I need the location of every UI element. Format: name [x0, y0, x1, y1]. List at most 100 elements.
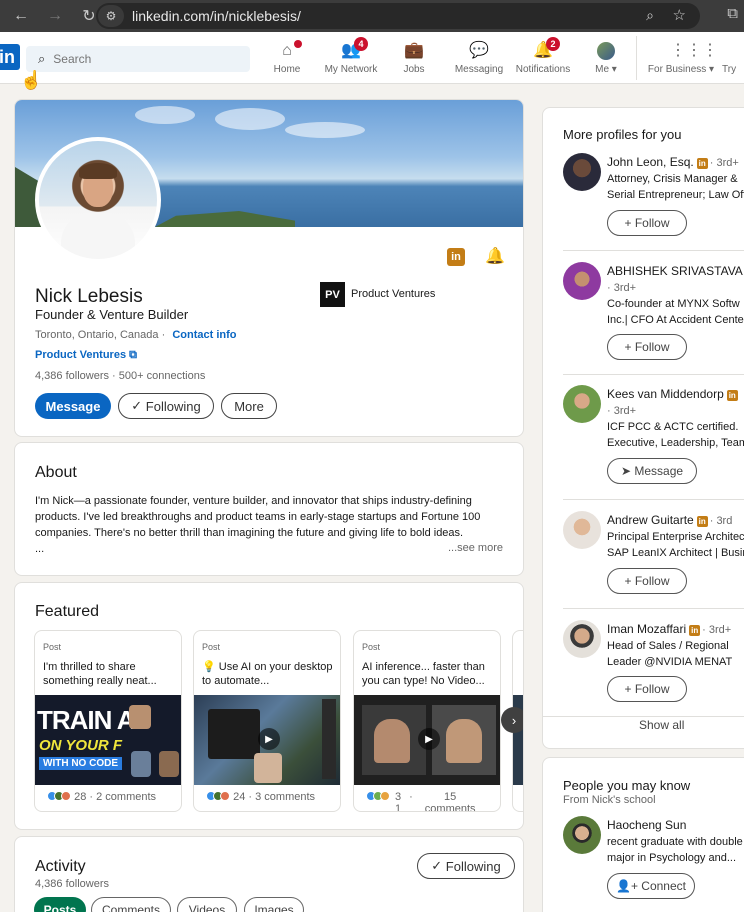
- play-icon[interactable]: ▶: [258, 728, 280, 750]
- featured-item[interactable]: Post 💡 Use AI on your desktop to automat…: [193, 630, 341, 812]
- message-button[interactable]: Message: [35, 393, 111, 419]
- nav-for-business-label: For Business ▾: [647, 64, 715, 75]
- avatar[interactable]: [563, 511, 601, 549]
- profile-location: Toronto, Ontario, Canada: [35, 329, 159, 341]
- follow-button[interactable]: + Follow: [607, 210, 687, 236]
- nav-my-network[interactable]: 👥 4 My Network: [316, 37, 386, 75]
- tab-images[interactable]: Images: [244, 897, 304, 912]
- nav-messaging[interactable]: 💬 Messaging: [444, 42, 514, 75]
- zoom-icon[interactable]: ⌕: [646, 7, 654, 24]
- featured-item[interactable]: Post AI inference... faster than you can…: [353, 630, 501, 812]
- linkedin-top-nav: in ⌕ ☝ ⌂ Home 👥4 My Network 💼 Jobs 💬 Mes…: [0, 32, 744, 90]
- avatar[interactable]: [563, 816, 601, 854]
- see-more-link[interactable]: ...see more: [448, 542, 503, 554]
- featured-text: I'm thrilled to share something really n…: [43, 661, 157, 687]
- list-item[interactable]: Haocheng Sun recent graduate with double…: [543, 816, 744, 906]
- pymk-title: People you may know: [563, 778, 691, 793]
- follow-button[interactable]: + Follow: [607, 334, 687, 360]
- bookmark-star-icon[interactable]: ☆: [673, 6, 686, 24]
- chevron-right-icon[interactable]: ›: [501, 707, 523, 733]
- play-icon[interactable]: ▶: [418, 728, 440, 750]
- back-icon[interactable]: ←: [8, 3, 34, 29]
- premium-in-icon: in: [726, 390, 738, 401]
- list-item[interactable]: ABHISHEK SRIVASTAVA · 3rd+ Co-founder at…: [543, 262, 744, 362]
- premium-in-icon[interactable]: in: [447, 248, 465, 266]
- tab-videos[interactable]: Videos: [177, 897, 237, 912]
- profile-headline: Founder & Venture Builder: [35, 307, 189, 322]
- url-text[interactable]: linkedin.com/in/nicklebesis/: [132, 8, 301, 24]
- notifications-badge: 2: [546, 37, 560, 51]
- nav-notifications[interactable]: 🔔 2 Notifications: [508, 37, 578, 75]
- profile-name: Nick Lebesis: [35, 286, 143, 307]
- featured-thumbnail: TRAIN AI ON YOUR F WITH NO CODE: [35, 695, 181, 785]
- external-link-icon: ⧉: [129, 349, 137, 361]
- profile-photo[interactable]: [35, 137, 161, 263]
- nav-home[interactable]: ⌂ Home: [252, 40, 322, 75]
- follow-button[interactable]: + Follow: [607, 676, 687, 702]
- address-bar[interactable]: ⚙ linkedin.com/in/nicklebesis/ ⌕ ☆: [96, 3, 700, 29]
- show-all-button[interactable]: Show all: [543, 718, 744, 732]
- extensions-icon[interactable]: ⧉: [727, 5, 738, 22]
- profile-name[interactable]: Andrew Guitarte: [607, 513, 694, 527]
- check-icon: ✓: [431, 858, 446, 873]
- bell-icon[interactable]: 🔔: [485, 246, 505, 266]
- tab-posts[interactable]: Posts: [34, 897, 86, 912]
- more-profiles-title: More profiles for you: [563, 127, 682, 142]
- profile-location-row: Toronto, Ontario, Canada · Contact info: [35, 329, 237, 341]
- featured-item[interactable]: Post I'm thrilled to share something rea…: [34, 630, 182, 812]
- avatar[interactable]: [563, 262, 601, 300]
- avatar[interactable]: [563, 620, 601, 658]
- about-text: I'm Nick—a passionate founder, venture b…: [35, 495, 481, 555]
- message-button[interactable]: ➤ Message: [607, 458, 697, 484]
- follow-button[interactable]: + Follow: [607, 568, 687, 594]
- nav-for-business[interactable]: ⋮⋮⋮ For Business ▾: [645, 42, 718, 75]
- profile-name[interactable]: ABHISHEK SRIVASTAVA: [607, 264, 743, 278]
- send-icon: ➤: [620, 464, 635, 478]
- featured-title: Featured: [35, 603, 100, 620]
- reactions-row[interactable]: 31 · 15 comments: [366, 791, 476, 811]
- tab-comments[interactable]: Comments: [91, 897, 171, 912]
- grid-icon: ⋮⋮⋮: [670, 42, 718, 59]
- list-item[interactable]: Iman Mozaffari in · 3rd+ Head of Sales / R…: [543, 620, 744, 710]
- avatar[interactable]: [563, 385, 601, 423]
- nav-me[interactable]: Me ▾: [571, 42, 641, 75]
- more-profiles-card: More profiles for you John Leon, Esq. in ·…: [542, 107, 744, 749]
- premium-in-icon: in: [696, 516, 708, 527]
- featured-text: 💡 Use AI on your desktop to automate...: [202, 661, 333, 687]
- company-link[interactable]: Product Ventures ⧉: [35, 349, 137, 362]
- connections-count[interactable]: 500+ connections: [119, 370, 206, 382]
- people-you-may-know-card: People you may know From Nick's school H…: [542, 757, 744, 912]
- reactions-row[interactable]: 24 · 3 comments: [206, 791, 315, 803]
- profile-name[interactable]: Kees van Middendorp: [607, 387, 724, 401]
- site-settings-icon[interactable]: ⚙: [98, 5, 124, 27]
- search-box[interactable]: ⌕: [26, 46, 250, 72]
- forward-icon[interactable]: →: [42, 3, 68, 29]
- search-input[interactable]: [53, 52, 224, 66]
- profile-name[interactable]: Iman Mozaffari: [607, 622, 686, 636]
- avatar: [597, 42, 615, 60]
- avatar[interactable]: [563, 153, 601, 191]
- following-button[interactable]: ✓ Following: [118, 393, 214, 419]
- list-item[interactable]: Kees van Middendorp in · 3rd+ ICF PCC & A…: [543, 385, 744, 485]
- profile-name[interactable]: Haocheng Sun: [607, 818, 686, 832]
- nav-try-label: Try: [722, 64, 737, 75]
- profile-stats: 4,386 followers · 500+ connections: [35, 370, 206, 382]
- more-button[interactable]: More: [221, 393, 277, 419]
- nav-jobs[interactable]: 💼 Jobs: [379, 42, 449, 75]
- connect-button[interactable]: 👤+ Connect: [607, 873, 695, 899]
- contact-info-link[interactable]: Contact info: [172, 329, 236, 341]
- reactions-row[interactable]: 28 · 2 comments: [47, 791, 156, 803]
- profile-card: in 🔔 Nick Lebesis Founder & Venture Buil…: [14, 99, 524, 437]
- nav-jobs-label: Jobs: [403, 64, 425, 75]
- profile-name[interactable]: John Leon, Esq.: [607, 155, 694, 169]
- linkedin-logo-icon[interactable]: in: [0, 44, 20, 70]
- current-company-name[interactable]: Product Ventures: [351, 288, 435, 300]
- company-logo[interactable]: PV: [320, 282, 345, 307]
- network-icon: 👥 4: [340, 37, 368, 60]
- list-item[interactable]: John Leon, Esq. in · 3rd+ Attorney, Crisis…: [543, 153, 744, 243]
- activity-following-button[interactable]: ✓ Following: [417, 853, 515, 879]
- list-item[interactable]: Andrew Guitarte in · 3rd Principal Enterpr…: [543, 511, 744, 601]
- chat-icon: 💬: [469, 42, 489, 59]
- plus-icon: +: [624, 682, 635, 696]
- nav-try[interactable]: Try: [722, 64, 744, 75]
